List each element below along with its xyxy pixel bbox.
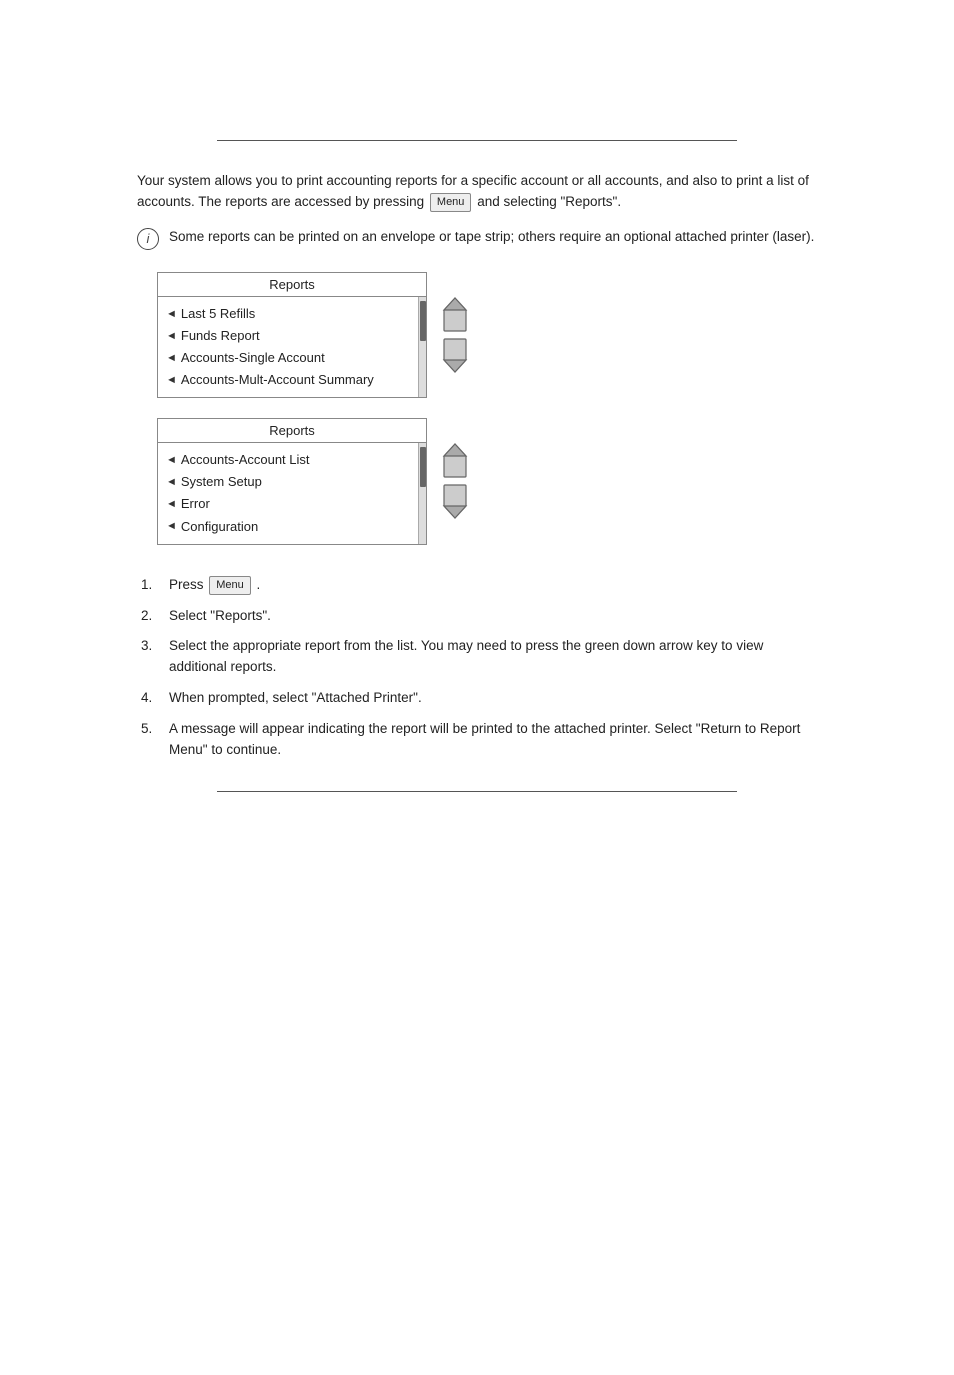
- list-item: Error: [166, 493, 410, 515]
- page-container: Your system allows you to print accounti…: [0, 140, 954, 1375]
- list-item: Funds Report: [166, 325, 410, 347]
- menu1-items-wrap: Last 5 Refills Funds Report Accounts-Sin…: [158, 297, 426, 397]
- step-3: 3. Select the appropriate report from th…: [141, 636, 817, 678]
- menu1-items: Last 5 Refills Funds Report Accounts-Sin…: [158, 297, 418, 397]
- steps-section: 1. Press Menu . 2. Select "Reports". 3. …: [137, 575, 817, 761]
- menu-button-inline: Menu: [430, 193, 472, 212]
- content-area: Your system allows you to print accounti…: [137, 141, 817, 761]
- step-num-2: 2.: [141, 606, 161, 627]
- list-item: System Setup: [166, 471, 410, 493]
- list-item: Accounts-Mult-Account Summary: [166, 369, 410, 391]
- info-icon: i: [137, 228, 159, 250]
- step-num-1: 1.: [141, 575, 161, 596]
- step-text-3: Select the appropriate report from the l…: [169, 636, 817, 678]
- step-2: 2. Select "Reports".: [141, 606, 817, 627]
- step-text-2: Select "Reports".: [169, 606, 271, 627]
- menu1-title: Reports: [158, 273, 426, 297]
- step-4: 4. When prompted, select "Attached Print…: [141, 688, 817, 709]
- menu1-with-arrows: Reports Last 5 Refills Funds Report Acco…: [157, 272, 817, 398]
- menus-row: Reports Last 5 Refills Funds Report Acco…: [157, 272, 817, 545]
- menu2-items: Accounts-Account List System Setup Error…: [158, 443, 418, 543]
- menu2-items-wrap: Accounts-Account List System Setup Error…: [158, 443, 426, 543]
- menu2-box: Reports Accounts-Account List System Set…: [157, 418, 427, 544]
- step-text-1: Press Menu .: [169, 575, 260, 596]
- scrollbar-thumb: [420, 301, 426, 341]
- list-item: Last 5 Refills: [166, 303, 410, 325]
- down-arrow-button-2[interactable]: [441, 484, 469, 520]
- up-arrow-button-2[interactable]: [441, 442, 469, 478]
- info-note: Some reports can be printed on an envelo…: [169, 227, 814, 248]
- scrollbar-thumb-2: [420, 447, 426, 487]
- intro-paragraph: Your system allows you to print accounti…: [137, 171, 817, 213]
- down-arrow-button[interactable]: [441, 338, 469, 374]
- list-item: Configuration: [166, 516, 410, 538]
- bottom-rule: [217, 791, 737, 792]
- info-block: i Some reports can be printed on an enve…: [137, 227, 817, 250]
- step-text-5: A message will appear indicating the rep…: [169, 719, 817, 761]
- step-1: 1. Press Menu .: [141, 575, 817, 596]
- menu1-box: Reports Last 5 Refills Funds Report Acco…: [157, 272, 427, 398]
- menu-btn-step: Menu: [209, 576, 251, 595]
- step-num-4: 4.: [141, 688, 161, 709]
- step-num-5: 5.: [141, 719, 161, 761]
- list-item: Accounts-Account List: [166, 449, 410, 471]
- arrow-buttons-1: [441, 296, 469, 374]
- step-5: 5. A message will appear indicating the …: [141, 719, 817, 761]
- scrollbar-track[interactable]: [418, 297, 426, 397]
- menu2-title: Reports: [158, 419, 426, 443]
- menu2-with-arrows: Reports Accounts-Account List System Set…: [157, 418, 817, 544]
- scrollbar-track-2[interactable]: [418, 443, 426, 543]
- arrow-buttons-2: [441, 442, 469, 520]
- step-text-4: When prompted, select "Attached Printer"…: [169, 688, 422, 709]
- list-item: Accounts-Single Account: [166, 347, 410, 369]
- steps-list: 1. Press Menu . 2. Select "Reports". 3. …: [141, 575, 817, 761]
- up-arrow-button[interactable]: [441, 296, 469, 332]
- step-num-3: 3.: [141, 636, 161, 678]
